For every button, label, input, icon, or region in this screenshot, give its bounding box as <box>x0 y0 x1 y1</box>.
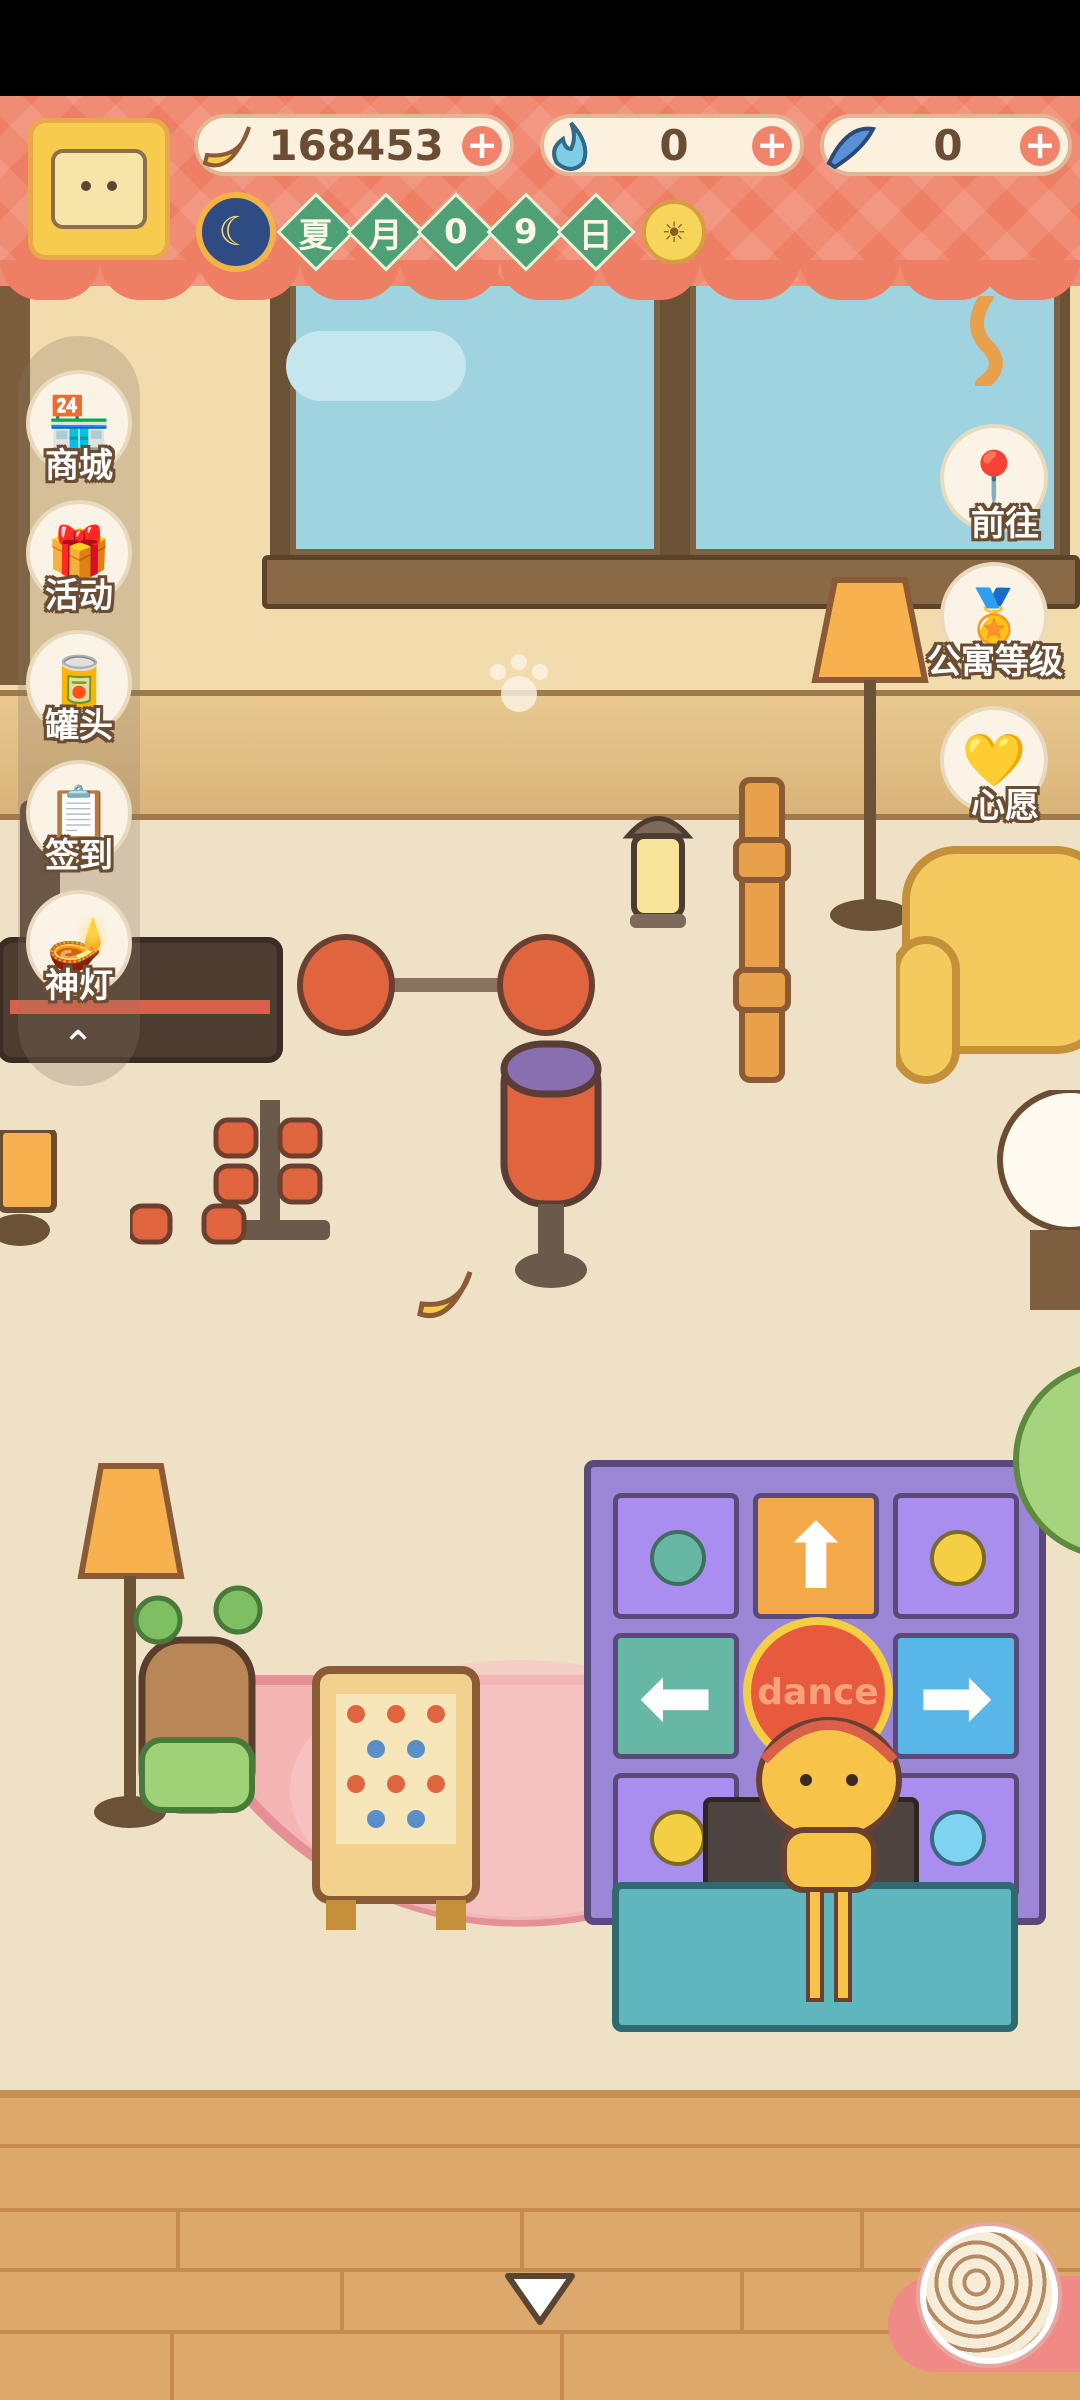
date-char: 夏 <box>299 215 333 256</box>
add-blue-flame-button[interactable]: + <box>752 126 792 166</box>
date-char: 日 <box>579 215 613 256</box>
menu-wish[interactable]: 💛 心愿 <box>930 706 1070 836</box>
game-screen: ⬆ ⬅ ➡ dance 168453 + 0 + 0 + ☾ 夏 月 0 9 日… <box>0 0 1080 2400</box>
green-plant[interactable] <box>1012 1360 1080 1560</box>
date-char: 0 <box>444 211 468 252</box>
blue-fish-icon <box>816 112 886 182</box>
tiger-cat-character[interactable] <box>744 1700 914 2010</box>
status-bar <box>0 0 1080 96</box>
barbell[interactable] <box>296 930 596 1040</box>
menu-shop[interactable]: 🏪 商城 <box>22 370 136 490</box>
menu-label: 活动 <box>45 576 113 616</box>
menu-label: 心愿 <box>971 786 1039 826</box>
menu-label: 罐头 <box>45 706 113 746</box>
menu-magic-lamp[interactable]: 🪔 神灯 <box>22 890 136 1010</box>
scroll-down-icon[interactable] <box>502 2266 578 2330</box>
yellow-sofa[interactable] <box>896 830 1080 1090</box>
menu-checkin[interactable]: 📋 签到 <box>22 760 136 880</box>
paw-mark-icon <box>490 654 548 712</box>
yarn-ball-button[interactable] <box>920 2226 1058 2364</box>
moon-season-icon: ☾ <box>196 192 276 272</box>
collapse-menu-button[interactable]: ⌃ <box>56 1024 100 1068</box>
dumbbell-rack[interactable] <box>130 1090 340 1250</box>
menu-label: 签到 <box>45 836 113 876</box>
fish-counter[interactable]: 0 + <box>820 114 1072 176</box>
banana-counter[interactable]: 168453 + <box>194 114 514 176</box>
menu-events[interactable]: 🎁 活动 <box>22 500 136 620</box>
blue-flame-icon <box>536 112 606 182</box>
menu-label: 商城 <box>45 446 113 486</box>
sheep-character[interactable] <box>990 1090 1080 1330</box>
menu-go-to[interactable]: 📍 前往 <box>930 424 1070 554</box>
date-char: 9 <box>514 211 538 252</box>
floor-lantern[interactable] <box>620 806 696 936</box>
date-char: 月 <box>369 215 403 256</box>
menu-cans[interactable]: 🥫 罐头 <box>22 630 136 750</box>
punching-bag[interactable] <box>496 1036 606 1296</box>
left-side-menu: 🏪 商城 🎁 活动 🥫 罐头 📋 签到 🪔 神灯 <box>18 336 140 1086</box>
date-display: 夏 月 0 9 日 <box>276 192 636 272</box>
add-fish-button[interactable]: + <box>1020 126 1060 166</box>
banana-pickup[interactable] <box>410 1262 480 1332</box>
menu-label: 公寓等级 <box>927 642 1063 682</box>
side-lamp[interactable] <box>0 1130 60 1250</box>
banana-icon <box>190 112 260 182</box>
calendar-bar[interactable]: ☾ 夏 月 0 9 日 ☀ <box>196 192 706 272</box>
sun-weather-icon[interactable]: ☀ <box>642 200 706 264</box>
tree-stump-character[interactable] <box>118 1580 288 1850</box>
avatar-cat-face-icon <box>51 149 147 229</box>
wooden-post[interactable] <box>732 770 792 1090</box>
menu-apartment-level[interactable]: 🏅 公寓等级 <box>927 562 1070 692</box>
add-banana-button[interactable]: + <box>462 126 502 166</box>
menu-label: 神灯 <box>45 966 113 1006</box>
player-avatar[interactable] <box>28 118 170 260</box>
hanging-charm <box>970 296 1003 386</box>
menu-label: 前往 <box>971 504 1039 544</box>
foosball-table[interactable] <box>306 1664 496 1934</box>
blue-flame-counter[interactable]: 0 + <box>540 114 804 176</box>
